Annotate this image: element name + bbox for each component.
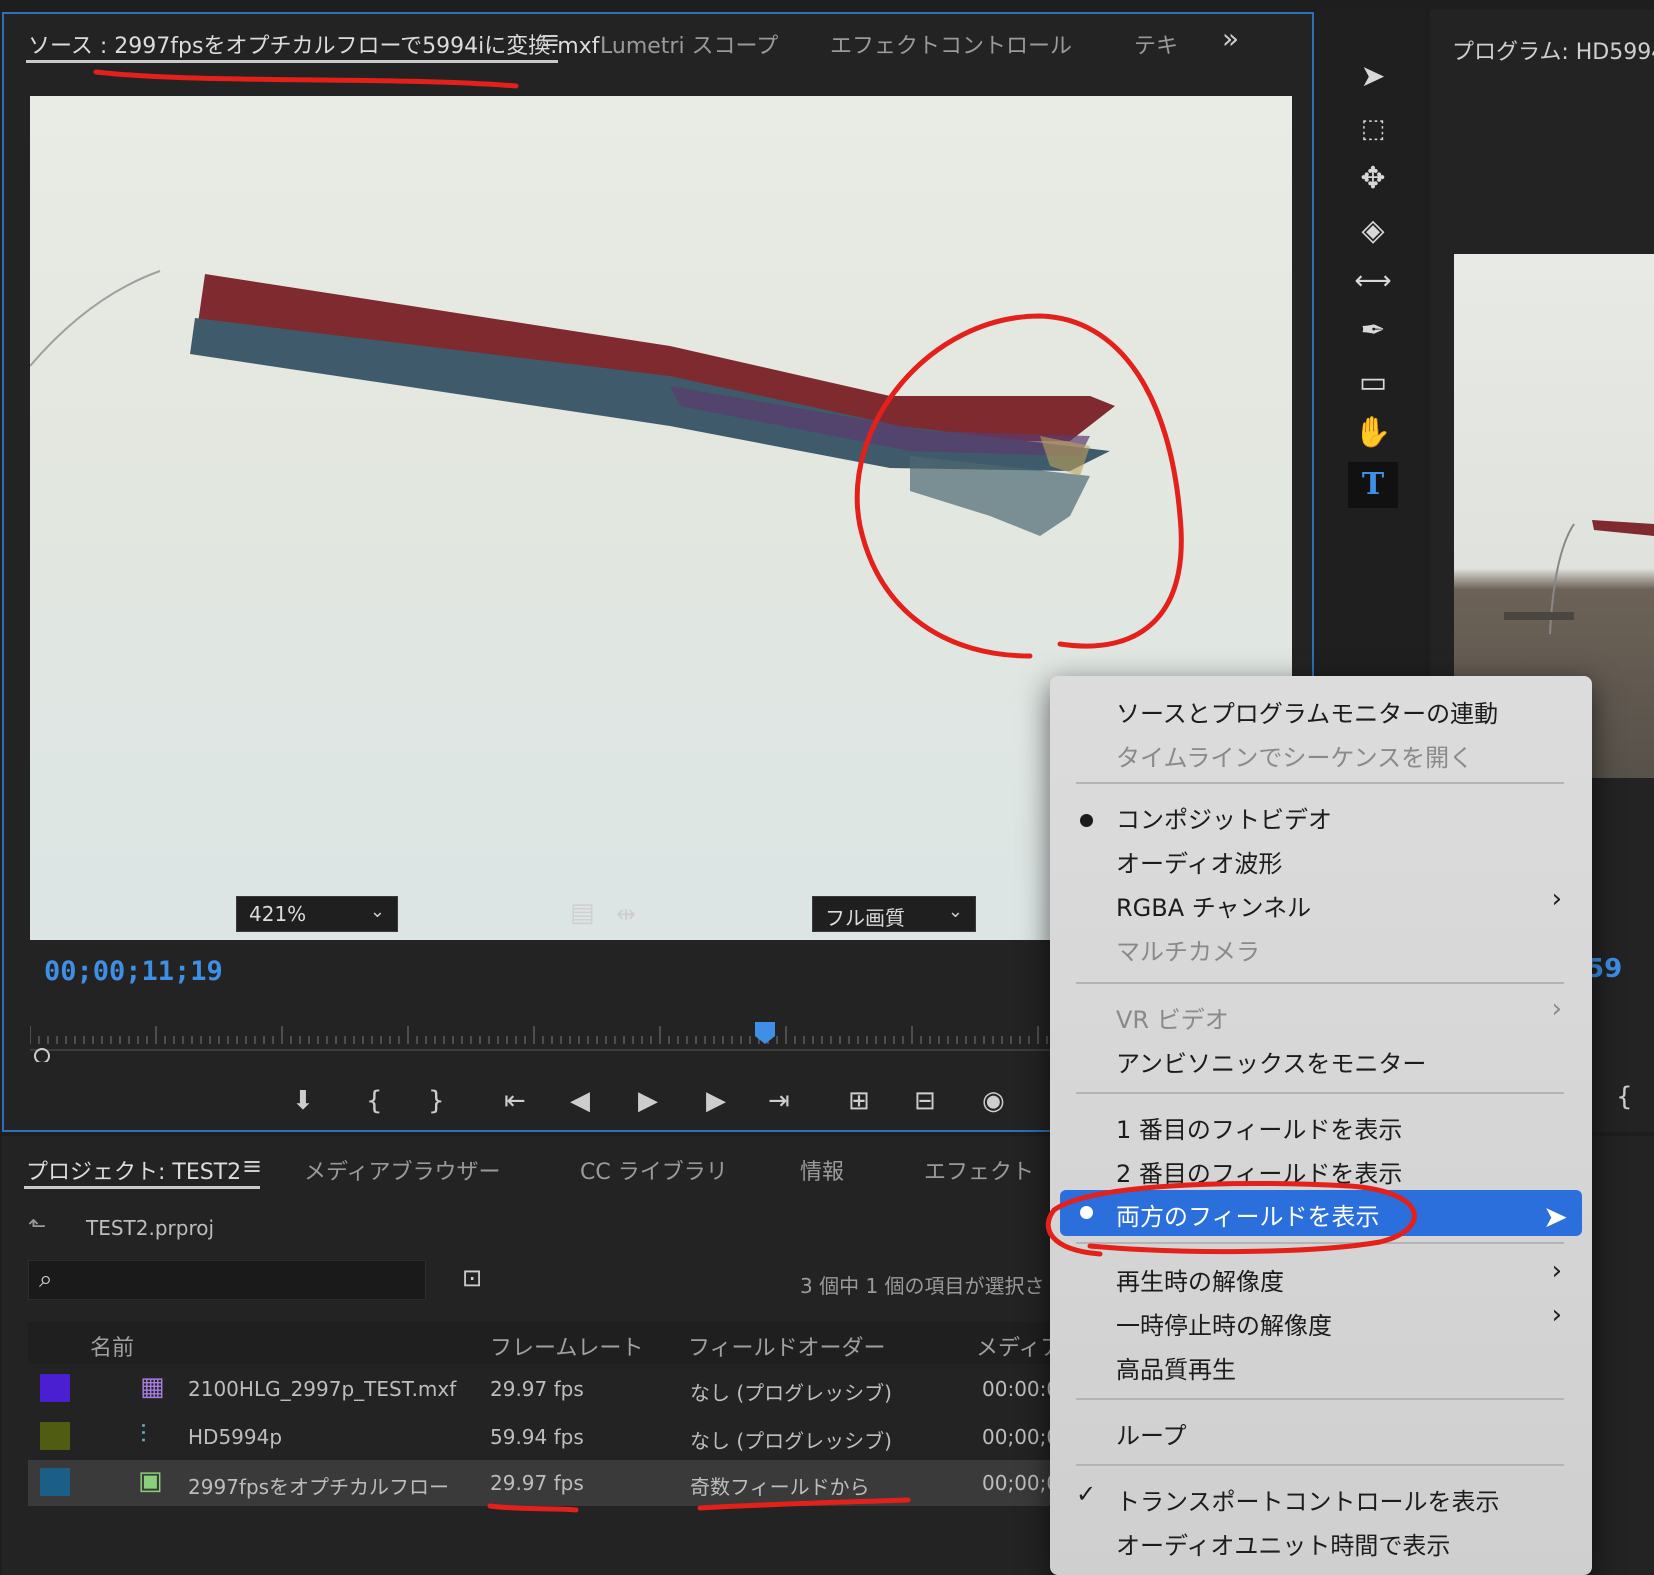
rectangle-tool-icon[interactable]: ▭: [1348, 360, 1398, 406]
clip-name: 2100HLG_2997p_TEST.mxf: [188, 1377, 457, 1401]
menu-item-show-audio-time-units[interactable]: オーディオユニット時間で表示: [1116, 1526, 1450, 1561]
table-row[interactable]: ▦ 2100HLG_2997p_TEST.mxf 29.97 fps なし (プ…: [28, 1366, 1128, 1412]
active-tab-underline: [24, 1186, 260, 1189]
menu-item-paused-resolution[interactable]: 一時停止時の解像度: [1116, 1306, 1332, 1341]
safe-margins-icon[interactable]: ▤: [570, 898, 595, 928]
tab-lumetri-scopes[interactable]: Lumetri スコープ: [600, 28, 778, 60]
menu-item-high-quality-playback[interactable]: 高品質再生: [1116, 1350, 1236, 1385]
chevron-down-icon: ⌄: [369, 901, 385, 922]
ripple-edit-tool-icon[interactable]: ✥: [1348, 156, 1398, 202]
film-clip-icon: ▦: [140, 1372, 165, 1402]
go-to-out-button[interactable]: ⇥: [768, 1086, 790, 1116]
submenu-arrow-icon: ›: [1551, 1300, 1562, 1330]
selection-tool-icon[interactable]: ➤: [1348, 54, 1398, 100]
clip-frame-rate: 59.94 fps: [490, 1425, 584, 1449]
insert-button[interactable]: ⊞: [848, 1086, 870, 1116]
tab-effect-controls[interactable]: エフェクトコントロール: [830, 28, 1072, 60]
play-button[interactable]: ▶: [638, 1086, 658, 1116]
radio-bullet-icon: [1080, 814, 1093, 827]
menu-separator: [1076, 1398, 1564, 1400]
row-underline-annotations: [487, 1497, 911, 1513]
panel-menu-icon[interactable]: ≡: [242, 1152, 262, 1180]
submenu-arrow-icon: ›: [1551, 1256, 1562, 1286]
mark-in-button[interactable]: {: [366, 1086, 383, 1116]
menu-item-composite-video[interactable]: コンポジットビデオ: [1116, 800, 1332, 835]
zoom-scroll-handle[interactable]: [34, 1048, 50, 1062]
clip-media-start: 00:00:0: [982, 1377, 1060, 1401]
clip-frame-rate: 29.97 fps: [490, 1377, 584, 1401]
menu-item-vr-video: VR ビデオ: [1116, 1006, 1229, 1034]
tab-project[interactable]: プロジェクト: TEST2: [26, 1154, 241, 1186]
drag-video-audio-icon[interactable]: ⇹: [616, 900, 636, 928]
menu-item-show-transport-controls[interactable]: トランスポートコントロールを表示: [1116, 1482, 1500, 1517]
project-file-name: TEST2.prproj: [86, 1216, 215, 1240]
tab-program[interactable]: プログラム: HD5994p: [1452, 34, 1654, 66]
tab-effects[interactable]: エフェクト: [924, 1154, 1034, 1186]
type-tool-icon[interactable]: T: [1348, 462, 1398, 508]
menu-item-multi-camera: マルチカメラ: [1116, 938, 1260, 966]
mouse-cursor-icon: ➤: [1542, 1200, 1568, 1235]
program-mark-in-button[interactable]: {: [1616, 1082, 1633, 1112]
playback-quality-value: フル画質: [825, 906, 905, 930]
clip-media-start: 00;00;0: [982, 1425, 1060, 1449]
clip-name: HD5994p: [188, 1425, 283, 1449]
column-field-order[interactable]: フィールドオーダー: [688, 1330, 886, 1362]
zoom-level-value: 421%: [249, 902, 307, 926]
export-frame-button[interactable]: ◉: [982, 1086, 1005, 1116]
menu-item-circle-annotation: [1045, 1181, 1417, 1257]
step-forward-button[interactable]: ▶︎: [706, 1086, 726, 1116]
menu-separator: [1076, 982, 1564, 984]
column-name[interactable]: 名前: [90, 1330, 134, 1362]
premiere-workspace: ソース : 2997fpsをオプチカルフローで5994iに変換.mxf ≡ Lu…: [0, 0, 1654, 1575]
menu-item-link-source-program[interactable]: ソースとプログラムモニターの連動: [1116, 694, 1498, 729]
clip-field-order: なし (プログレッシブ): [690, 1381, 892, 1405]
go-to-in-button[interactable]: ⇤: [504, 1086, 526, 1116]
submenu-arrow-icon: ›: [1551, 884, 1562, 914]
menu-separator: [1076, 1092, 1564, 1094]
zoom-level-dropdown[interactable]: 421% ⌄: [236, 896, 398, 932]
folder-up-icon[interactable]: ⬑: [28, 1214, 46, 1239]
tab-text[interactable]: テキ: [1134, 28, 1178, 60]
find-icon[interactable]: ⊡: [462, 1264, 482, 1292]
sequence-icon: ⫶: [140, 1420, 147, 1450]
title-underline-annotation: [93, 69, 519, 89]
menu-item-loop[interactable]: ループ: [1116, 1416, 1187, 1451]
menu-item-show-first-field[interactable]: 1 番目のフィールドを表示: [1116, 1110, 1402, 1145]
tab-cc-libraries[interactable]: CC ライブラリ: [580, 1154, 728, 1186]
tab-media-browser[interactable]: メディアブラウザー: [304, 1154, 500, 1186]
menu-item-monitor-ambisonics[interactable]: アンビソニックスをモニター: [1116, 1044, 1426, 1079]
menu-item-audio-waveform[interactable]: オーディオ波形: [1116, 844, 1282, 879]
playhead-marker[interactable]: [755, 1022, 775, 1044]
tab-overflow-icon[interactable]: »: [1222, 22, 1239, 55]
tab-info[interactable]: 情報: [800, 1154, 844, 1186]
monitor-context-menu: ソースとプログラムモニターの連動 タイムラインでシーケンスを開く コンポジットビ…: [1050, 676, 1592, 1575]
razor-tool-icon[interactable]: ◈: [1348, 208, 1398, 254]
playback-quality-dropdown[interactable]: フル画質 ⌄: [812, 896, 976, 932]
step-back-button[interactable]: ◀︎: [570, 1086, 590, 1116]
menu-item-rgba-channels[interactable]: RGBA チャンネル: [1116, 888, 1311, 923]
menu-separator: [1076, 1464, 1564, 1466]
menu-item-open-sequence-in-timeline: タイムラインでシーケンスを開く: [1116, 744, 1474, 772]
label-color-swatch[interactable]: [40, 1374, 70, 1402]
slip-tool-icon[interactable]: ⟷: [1348, 258, 1398, 304]
selection-status: 3 個中 1 個の項目が選択さ: [800, 1274, 1045, 1298]
add-marker-button[interactable]: ⬇: [292, 1086, 314, 1116]
source-timecode[interactable]: 00;00;11;19: [44, 956, 223, 987]
search-input[interactable]: ⌕: [28, 1260, 426, 1300]
search-icon: ⌕: [39, 1265, 53, 1293]
menu-separator: [1076, 782, 1564, 784]
track-select-tool-icon[interactable]: ⬚: [1348, 106, 1398, 152]
checkmark-icon: ✓: [1076, 1480, 1097, 1508]
table-header: 名前 フレームレート フィールドオーダー メディア: [28, 1322, 1062, 1364]
hand-tool-icon[interactable]: ✋: [1348, 410, 1398, 456]
table-row[interactable]: ⫶ HD5994p 59.94 fps なし (プログレッシブ) 00;00;0: [28, 1414, 1128, 1460]
column-frame-rate[interactable]: フレームレート: [490, 1330, 643, 1362]
mark-out-button[interactable]: }: [428, 1086, 445, 1116]
pen-tool-icon[interactable]: ✒: [1348, 308, 1398, 354]
overwrite-button[interactable]: ⊟: [914, 1086, 936, 1116]
submenu-arrow-icon: ›: [1551, 994, 1562, 1024]
clip-field-order: なし (プログレッシブ): [690, 1429, 892, 1453]
chevron-down-icon: ⌄: [947, 901, 963, 922]
label-color-swatch[interactable]: [40, 1422, 70, 1450]
